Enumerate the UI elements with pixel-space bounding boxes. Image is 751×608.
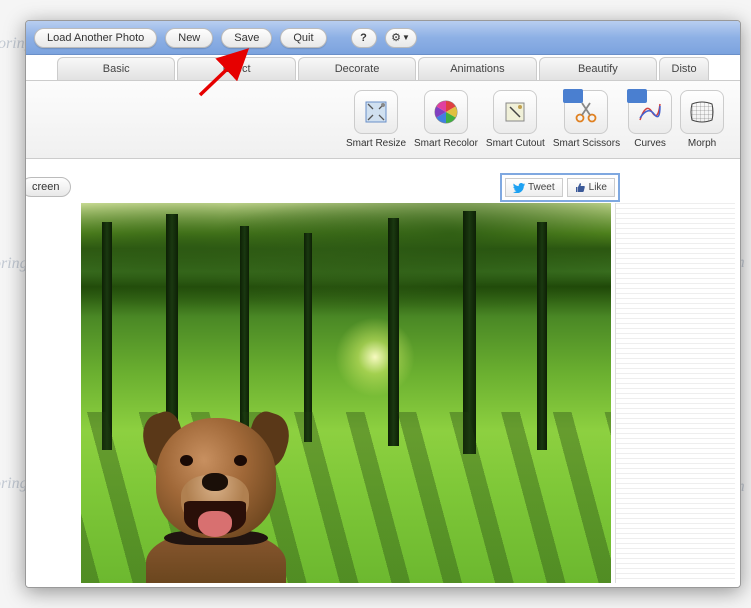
resize-icon [354,90,398,134]
tweet-button[interactable]: Tweet [505,178,563,197]
tab-bar: Basic Effect Decorate Animations Beautif… [26,55,740,81]
tool-label: Smart Recolor [414,138,478,149]
tool-smart-cutout[interactable]: Smart Cutout [486,90,545,149]
screen-button[interactable]: creen [26,177,71,197]
tool-morph[interactable]: Morph [680,90,724,149]
thumbs-up-icon [575,182,586,193]
help-button[interactable]: ? [351,28,377,48]
tool-label: Smart Resize [346,138,406,149]
save-button[interactable]: Save [221,28,272,48]
new-button[interactable]: New [165,28,213,48]
chevron-down-icon: ▼ [402,33,410,42]
tool-smart-scissors[interactable]: Smart Scissors [553,90,620,149]
tool-smart-recolor[interactable]: Smart Recolor [414,90,478,149]
recolor-icon [424,90,468,134]
scissors-icon [564,90,608,134]
image-canvas[interactable] [81,203,611,583]
tool-smart-resize[interactable]: Smart Resize [346,90,406,149]
tab-effect[interactable]: Effect [177,57,295,80]
tool-label: Smart Cutout [486,138,545,149]
ruler-right [615,203,735,583]
curves-icon [628,90,672,134]
tab-distort[interactable]: Disto [659,57,709,80]
twitter-icon [513,183,525,193]
quit-button[interactable]: Quit [280,28,326,48]
morph-icon [680,90,724,134]
gear-icon: ⚙ [391,31,401,44]
tweet-label: Tweet [528,182,555,193]
tool-curves[interactable]: Curves [628,90,672,149]
tab-animations[interactable]: Animations [418,57,536,80]
load-another-photo-button[interactable]: Load Another Photo [34,28,157,48]
tab-decorate[interactable]: Decorate [298,57,416,80]
like-label: Like [589,182,607,193]
settings-button[interactable]: ⚙ ▼ [385,28,417,48]
social-share-box: Tweet Like [500,173,620,202]
tool-label: Morph [688,138,716,149]
cutout-icon [493,90,537,134]
tab-basic[interactable]: Basic [57,57,175,80]
dog-subject [126,403,306,583]
park-background [81,203,611,583]
tool-label: Curves [634,138,666,149]
like-button[interactable]: Like [567,178,615,197]
content-area: creen Tweet Like [26,159,740,587]
tool-strip: Smart Resize Smart Recolor Smart Cutout … [26,81,740,159]
editor-window: Load Another Photo New Save Quit ? ⚙ ▼ B… [25,20,741,588]
top-toolbar: Load Another Photo New Save Quit ? ⚙ ▼ [26,21,740,55]
tab-beautify[interactable]: Beautify [539,57,657,80]
tool-label: Smart Scissors [553,138,620,149]
